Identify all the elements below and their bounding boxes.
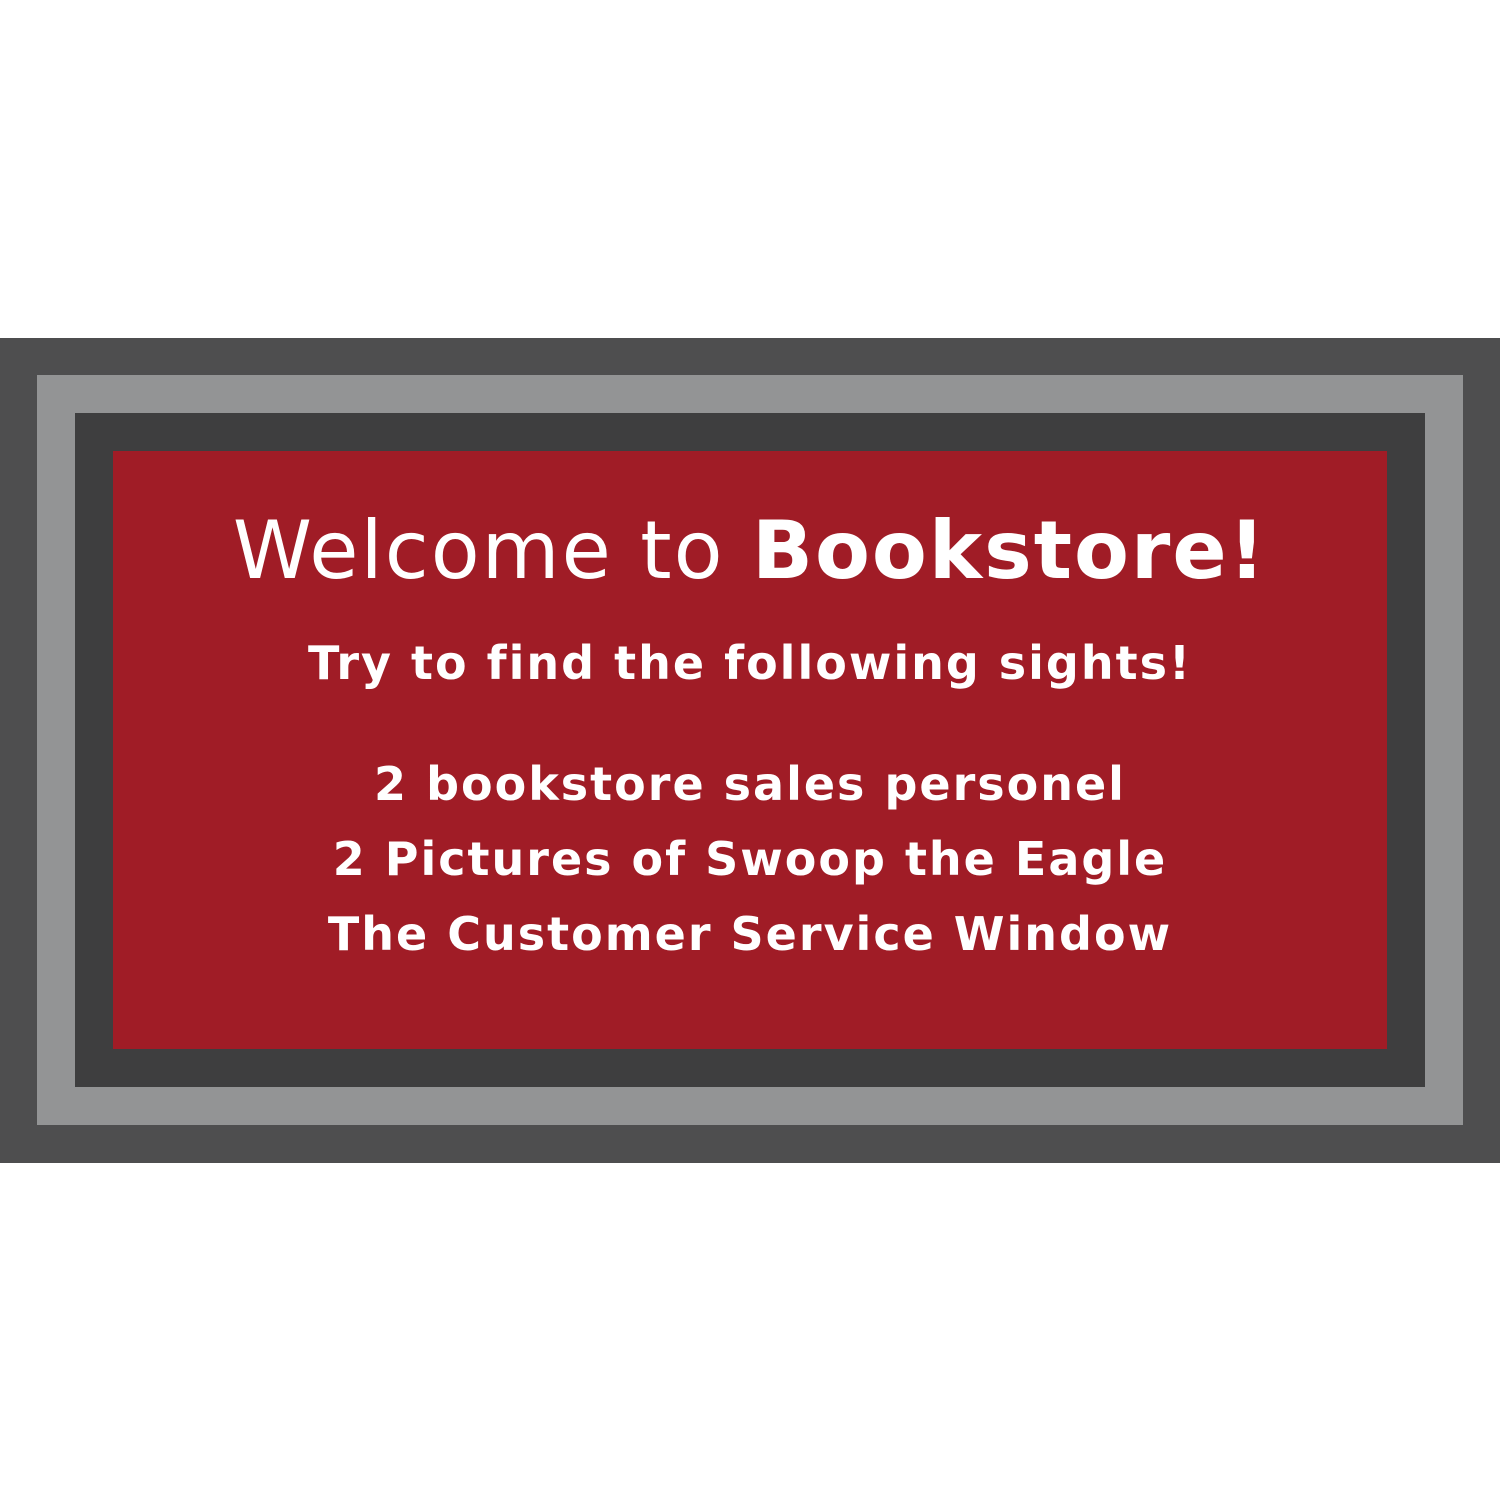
sign-dark-frame: Welcome to Bookstore! Try to find the fo… <box>75 413 1425 1087</box>
sights-list: 2 bookstore sales personel 2 Pictures of… <box>113 747 1387 972</box>
canvas: Welcome to Bookstore! Try to find the fo… <box>0 0 1500 1500</box>
sign-outer-band: Welcome to Bookstore! Try to find the fo… <box>0 338 1500 1163</box>
sight-item: 2 bookstore sales personel <box>374 757 1126 811</box>
welcome-heading-prefix: Welcome to <box>232 504 752 597</box>
sights-subtitle: Try to find the following sights! <box>308 636 1192 690</box>
sight-item: The Customer Service Window <box>327 907 1173 961</box>
sign-light-frame: Welcome to Bookstore! Try to find the fo… <box>37 375 1463 1125</box>
welcome-heading: Welcome to Bookstore! <box>113 503 1387 599</box>
sign-panel: Welcome to Bookstore! Try to find the fo… <box>113 451 1387 1049</box>
welcome-heading-emphasis: Bookstore! <box>751 504 1268 597</box>
sight-item: 2 Pictures of Swoop the Eagle <box>332 832 1168 886</box>
